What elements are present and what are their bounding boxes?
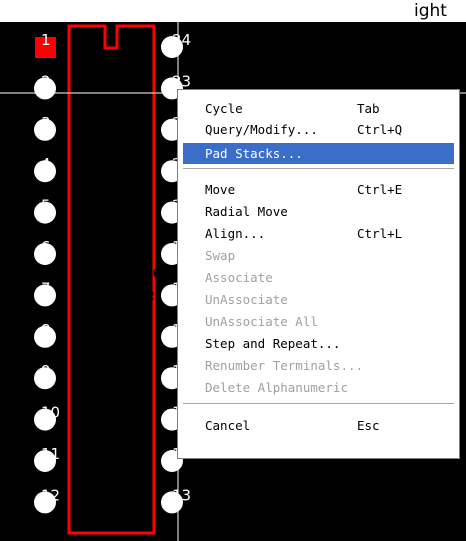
menu-item-label: Align... <box>205 226 266 241</box>
reference-label: ight <box>414 1 447 21</box>
pin-number-label: 5 <box>41 197 51 215</box>
pin-number-label: 24 <box>172 31 191 49</box>
component-name-text: Name <box>108 261 164 283</box>
pin-number-label: 8 <box>41 321 51 339</box>
pin-number-label: 2 <box>41 72 51 90</box>
pin-number-label: 9 <box>41 362 51 380</box>
menu-item-label: Radial Move <box>205 204 288 219</box>
context-menu: Cycle Tab Query/Modify... Ctrl+Q Pad Stacks.… <box>177 89 460 459</box>
menu-item-pad-stacks[interactable]: Pad Stacks... <box>183 143 454 164</box>
menu-item-associate[interactable]: Associate <box>183 267 454 288</box>
menu-item-label: Cancel <box>205 418 251 433</box>
menu-item-label: Step and Repeat... <box>205 336 341 351</box>
menu-item-cycle[interactable]: Cycle Tab <box>183 98 454 119</box>
menu-item-unassociate-all[interactable]: UnAssociate All <box>183 311 454 332</box>
menu-item-step-and-repeat[interactable]: Step and Repeat... <box>183 333 454 354</box>
menu-item-label: Cycle <box>205 101 243 116</box>
menu-item-radial-move[interactable]: Radial Move <box>183 201 454 222</box>
menu-item-renumber-terminals[interactable]: Renumber Terminals... <box>183 355 454 376</box>
menu-item-move[interactable]: Move Ctrl+E <box>183 179 454 200</box>
pin-number-label: 13 <box>172 486 191 504</box>
menu-item-shortcut: Esc <box>357 418 380 433</box>
menu-item-label: Swap <box>205 248 236 263</box>
menu-item-label: Delete Alphanumeric <box>205 380 348 395</box>
pin-number-label: 23 <box>172 72 191 90</box>
menu-item-label: Associate <box>205 270 273 285</box>
pin-number-label: 3 <box>41 114 51 132</box>
menu-item-shortcut: Tab <box>357 101 380 116</box>
menu-item-shortcut: Ctrl+E <box>357 182 403 197</box>
menu-item-shortcut: Ctrl+Q <box>357 122 403 137</box>
menu-item-label: UnAssociate All <box>205 314 318 329</box>
pin-number-label: 6 <box>41 238 51 256</box>
top-strip <box>0 0 466 22</box>
pin-number-label: 12 <box>41 486 60 504</box>
pin-number-label: 4 <box>41 155 51 173</box>
menu-item-delete-alphanumeric[interactable]: Delete Alphanumeric <box>183 377 454 398</box>
menu-item-label: Renumber Terminals... <box>205 358 364 373</box>
menu-item-label: UnAssociate <box>205 292 288 307</box>
menu-separator <box>183 168 454 170</box>
pin-number-label: 1 <box>41 31 51 49</box>
pin-number-label: 11 <box>41 445 60 463</box>
pin-number-label: 7 <box>41 279 51 297</box>
component-type-text: Type <box>110 283 155 305</box>
menu-separator <box>183 403 454 405</box>
menu-item-label: Pad Stacks... <box>205 146 303 161</box>
menu-item-label: Query/Modify... <box>205 122 318 137</box>
pin-number-label: 10 <box>41 404 60 422</box>
menu-item-label: Move <box>205 182 236 197</box>
menu-item-query-modify[interactable]: Query/Modify... Ctrl+Q <box>183 119 454 140</box>
menu-item-swap[interactable]: Swap <box>183 245 454 266</box>
menu-item-cancel[interactable]: Cancel Esc <box>183 415 454 436</box>
menu-item-align[interactable]: Align... Ctrl+L <box>183 223 454 244</box>
menu-item-shortcut: Ctrl+L <box>357 226 403 241</box>
menu-item-unassociate[interactable]: UnAssociate <box>183 289 454 310</box>
